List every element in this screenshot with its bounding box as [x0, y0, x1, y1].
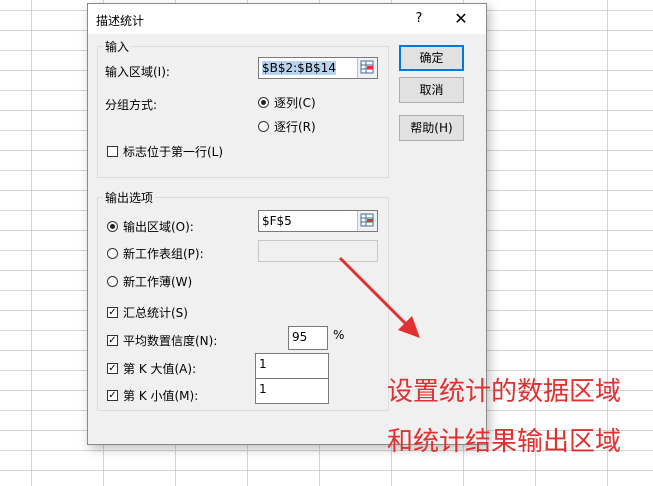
kth-largest-label[interactable]: 第 K 大值(A): [123, 360, 196, 377]
output-range-value: $F$5 [262, 214, 292, 228]
help-button[interactable]: 帮助(H) [399, 115, 464, 141]
dialog-title: 描述统计 [96, 14, 145, 28]
by-column-radio[interactable] [258, 97, 269, 108]
input-group-label: 输入 [103, 38, 132, 55]
kth-smallest-field[interactable]: 1 [255, 378, 329, 404]
confidence-field[interactable]: 95 [288, 326, 328, 350]
kth-smallest-label[interactable]: 第 K 小值(M): [123, 387, 198, 404]
by-row-label[interactable]: 逐行(R) [274, 118, 316, 135]
input-range-label: 输入区域(I): [105, 65, 170, 79]
input-range-value: $B$2:$B$14 [262, 61, 336, 75]
title-bar: 描述统计 ? ✕ [88, 4, 486, 34]
new-workbook-label[interactable]: 新工作薄(W) [123, 273, 192, 290]
output-range-label[interactable]: 输出区域(O): [123, 218, 194, 235]
confidence-checkbox[interactable]: ✓ [107, 335, 118, 346]
output-range-field[interactable]: $F$5 [258, 210, 378, 232]
grouping-label: 分组方式: [105, 98, 158, 112]
new-sheet-radio[interactable] [107, 248, 118, 259]
annotation-arrow-icon [338, 256, 420, 338]
labels-first-row-checkbox[interactable] [107, 146, 118, 157]
kth-largest-checkbox[interactable]: ✓ [107, 363, 118, 374]
new-sheet-label[interactable]: 新工作表组(P): [123, 245, 204, 262]
close-icon[interactable]: ✕ [450, 9, 472, 29]
kth-smallest-checkbox[interactable]: ✓ [107, 390, 118, 401]
kth-largest-field[interactable]: 1 [255, 353, 329, 379]
output-group-label: 输出选项 [103, 189, 156, 206]
labels-first-row-label[interactable]: 标志位于第一行(L) [123, 143, 223, 160]
range-select-icon[interactable] [357, 211, 377, 231]
check-mark-icon: ✓ [108, 390, 117, 401]
check-mark-icon: ✓ [108, 363, 117, 374]
confidence-label[interactable]: 平均数置信度(N): [123, 332, 217, 349]
by-column-label[interactable]: 逐列(C) [274, 94, 316, 111]
cancel-button[interactable]: 取消 [399, 77, 464, 103]
by-row-radio[interactable] [258, 121, 269, 132]
summary-stats-checkbox[interactable]: ✓ [107, 307, 118, 318]
summary-stats-label[interactable]: 汇总统计(S) [123, 304, 188, 321]
range-select-icon[interactable] [357, 58, 377, 78]
ok-button[interactable]: 确定 [399, 45, 464, 71]
help-icon[interactable]: ? [408, 9, 430, 29]
annotation-line-1: 设置统计的数据区域 [387, 377, 622, 407]
annotation-line-2: 和统计结果输出区域 [387, 427, 622, 457]
input-range-field[interactable]: $B$2:$B$14 [258, 57, 378, 79]
check-mark-icon: ✓ [108, 307, 117, 318]
new-workbook-radio[interactable] [107, 276, 118, 287]
output-range-radio[interactable] [107, 221, 118, 232]
check-mark-icon: ✓ [108, 335, 117, 346]
